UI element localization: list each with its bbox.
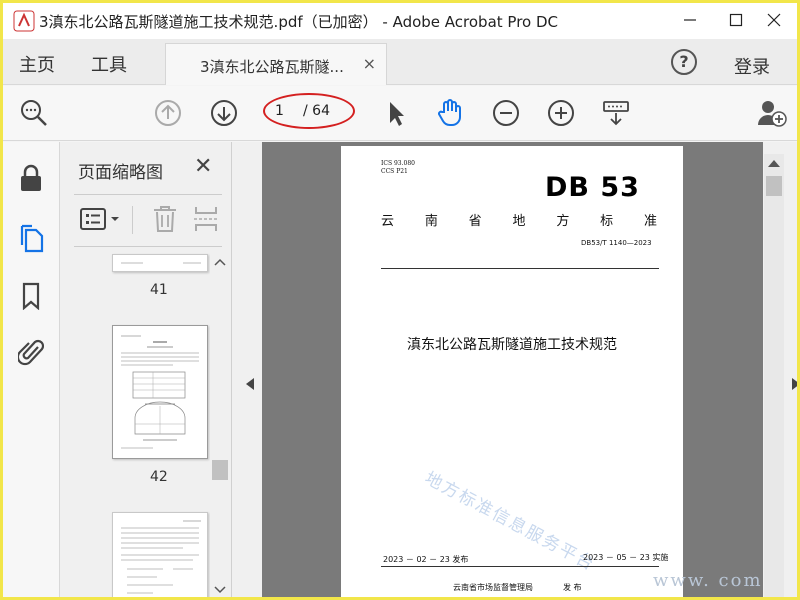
scroll-up-icon bbox=[214, 258, 226, 266]
minimize-icon bbox=[683, 12, 697, 31]
hand-tool-icon[interactable] bbox=[433, 96, 467, 130]
standard-code: DB53/T 1140—2023 bbox=[581, 239, 652, 247]
main-toolbar: 1 / 64 bbox=[3, 86, 797, 141]
zoom-in-icon[interactable] bbox=[544, 96, 578, 130]
lock-icon[interactable] bbox=[15, 162, 47, 194]
scrollbar-thumb[interactable] bbox=[212, 460, 228, 480]
page-thumbnail[interactable] bbox=[112, 254, 208, 272]
ics-code: ICS 93.080 bbox=[381, 160, 415, 167]
help-icon[interactable]: ? bbox=[671, 49, 697, 75]
issue-date: 2023 － 02 － 23 发布 bbox=[383, 555, 469, 564]
add-user-icon[interactable] bbox=[755, 96, 789, 130]
scroll-down-icon bbox=[214, 586, 226, 594]
thumbnail-options-button[interactable] bbox=[80, 204, 124, 234]
highlight-ring bbox=[263, 93, 355, 129]
panel-title: 页面缩略图 bbox=[78, 163, 163, 183]
std-char: 云 bbox=[381, 214, 395, 229]
effective-date: 2023 － 05 － 23 实施 bbox=[583, 553, 669, 562]
close-button[interactable] bbox=[751, 3, 797, 39]
document-tab-close-icon[interactable]: × bbox=[363, 54, 376, 73]
delete-page-icon[interactable] bbox=[152, 204, 178, 234]
title-bar: 3滇东北公路瓦斯隧道施工技术规范.pdf（已加密） - Adobe Acroba… bbox=[3, 3, 797, 39]
divider bbox=[381, 566, 659, 567]
tab-bar: 主页 工具 3滇东北公路瓦斯隧... × ? 登录 bbox=[3, 39, 797, 85]
minimize-button[interactable] bbox=[667, 3, 713, 39]
collapse-right-icon[interactable] bbox=[792, 378, 797, 390]
std-char: 标 bbox=[600, 214, 614, 229]
tab-tools[interactable]: 工具 bbox=[91, 51, 127, 77]
tab-document[interactable]: 3滇东北公路瓦斯隧... × bbox=[165, 43, 387, 85]
pages-icon[interactable] bbox=[15, 222, 47, 254]
select-arrow-icon[interactable] bbox=[379, 96, 413, 130]
std-char: 省 bbox=[468, 214, 482, 229]
zoom-out-icon[interactable] bbox=[489, 96, 523, 130]
acrobat-app-icon bbox=[13, 10, 35, 32]
document-scrollbar[interactable] bbox=[764, 154, 784, 597]
panel-close-icon[interactable]: ✕ bbox=[194, 154, 212, 179]
page-number-box: 1 / 64 bbox=[263, 93, 355, 129]
page-up-icon[interactable] bbox=[151, 96, 185, 130]
ccs-code: CCS P21 bbox=[381, 168, 408, 175]
page-thumbnail[interactable] bbox=[112, 325, 208, 459]
left-collapse-strip[interactable] bbox=[232, 142, 262, 597]
thumbnail-page-label: 41 bbox=[150, 282, 168, 298]
std-char: 方 bbox=[556, 214, 570, 229]
thumbnails-scrollbar[interactable] bbox=[210, 254, 230, 597]
keyboard-icon[interactable] bbox=[599, 96, 633, 130]
divider bbox=[74, 194, 222, 195]
db-mark: DB 53 bbox=[545, 172, 640, 203]
std-char: 南 bbox=[424, 214, 438, 229]
divider bbox=[74, 246, 222, 247]
document-view[interactable]: ICS 93.080 CCS P21 DB 53 云 南 省 地 方 标 准 D… bbox=[232, 142, 797, 597]
collapse-left-icon[interactable] bbox=[246, 378, 254, 390]
maximize-icon bbox=[729, 12, 743, 31]
close-icon bbox=[767, 12, 781, 31]
attachment-icon[interactable] bbox=[15, 336, 47, 368]
std-char: 地 bbox=[512, 214, 526, 229]
window-title: 3滇东北公路瓦斯隧道施工技术规范.pdf（已加密） - Adobe Acroba… bbox=[39, 13, 559, 31]
std-char: 准 bbox=[643, 214, 657, 229]
divider bbox=[381, 268, 659, 269]
app-window: 3滇东北公路瓦斯隧道施工技术规范.pdf（已加密） - Adobe Acroba… bbox=[0, 0, 800, 600]
corner-watermark: www. com bbox=[653, 570, 763, 591]
standard-type: 云 南 省 地 方 标 准 bbox=[381, 210, 657, 229]
scrollbar-thumb[interactable] bbox=[766, 176, 782, 196]
pdf-page: ICS 93.080 CCS P21 DB 53 云 南 省 地 方 标 准 D… bbox=[341, 146, 683, 597]
left-icon-rail bbox=[3, 142, 60, 597]
bookmark-icon[interactable] bbox=[15, 280, 47, 312]
thumbnails-panel: 页面缩略图 ✕ 41 42 bbox=[60, 142, 232, 597]
page-down-icon[interactable] bbox=[207, 96, 241, 130]
document-tab-label: 3滇东北公路瓦斯隧... bbox=[200, 58, 344, 76]
login-button[interactable]: 登录 bbox=[734, 53, 770, 79]
tab-home[interactable]: 主页 bbox=[19, 51, 55, 77]
page-thumbnail[interactable] bbox=[112, 512, 208, 597]
zoom-search-icon[interactable] bbox=[17, 96, 51, 130]
document-title: 滇东北公路瓦斯隧道施工技术规范 bbox=[407, 337, 617, 353]
thumbnail-page-label: 42 bbox=[150, 469, 168, 485]
divider bbox=[132, 206, 133, 234]
scroll-up-icon[interactable] bbox=[768, 160, 780, 167]
publish-label: 发 布 bbox=[563, 583, 582, 592]
extract-page-icon[interactable] bbox=[194, 204, 218, 234]
publisher: 云南省市场监督管理局 bbox=[453, 583, 533, 592]
